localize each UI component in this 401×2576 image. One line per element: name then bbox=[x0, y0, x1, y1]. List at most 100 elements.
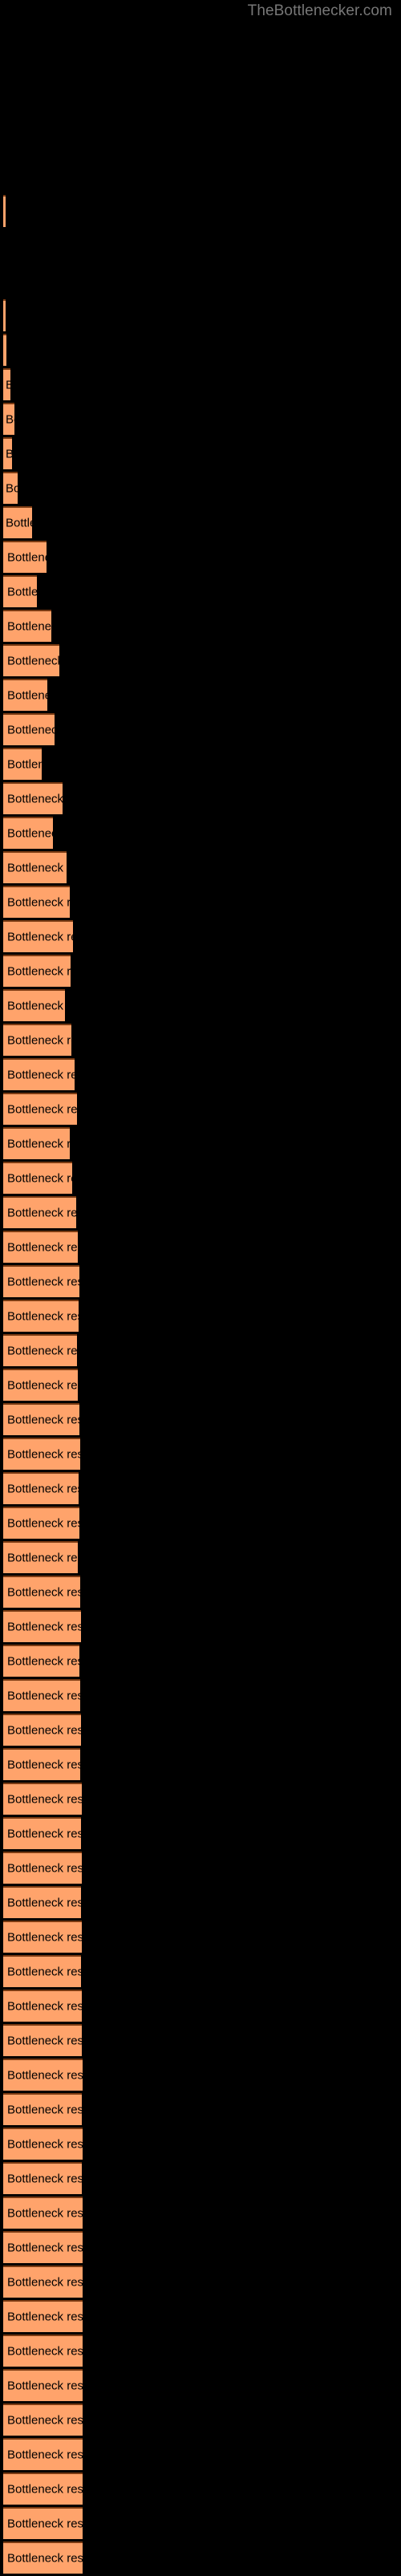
bar-value-label: Bottleneck result bbox=[7, 861, 67, 875]
bottleneck-bar: Bottleneck result bbox=[3, 1541, 78, 1573]
bottleneck-bar: Bottleneck result bbox=[3, 2369, 83, 2401]
bar-value-label: Bottleneck result bbox=[7, 2379, 83, 2393]
bar-row: Bottleneck result bbox=[0, 886, 401, 920]
bottleneck-bar: Bottleneck result bbox=[3, 2231, 83, 2263]
bar-row: Bottleneck result bbox=[0, 1369, 401, 1403]
bar-row: Bottleneck result bbox=[0, 1093, 401, 1127]
bottleneck-bar: Bottleneck result bbox=[3, 1231, 78, 1263]
bar-row: Bottleneck result bbox=[0, 1196, 401, 1231]
bar-row: Bottleneck result bbox=[0, 334, 401, 368]
bottleneck-bar: Bottleneck result bbox=[3, 989, 65, 1021]
bottleneck-bar: Bottleneck result bbox=[3, 334, 6, 366]
bar-row: Bottleneck result bbox=[0, 782, 401, 817]
bottleneck-bar: Bottleneck result bbox=[3, 644, 59, 676]
bar-value-label: Bottleneck result bbox=[7, 1171, 72, 1186]
bar-row: Bottleneck result bbox=[0, 1403, 401, 1438]
bottleneck-bar: Bottleneck result bbox=[3, 679, 47, 711]
bar-value-label: Bottleneck result bbox=[7, 654, 59, 668]
bar-value-label: Bottleneck result bbox=[7, 2206, 83, 2221]
bar-value-label: Bottleneck result bbox=[7, 1827, 81, 1841]
bottleneck-bar: Bottleneck result bbox=[3, 817, 53, 849]
bar-row: Bottleneck result bbox=[0, 2128, 401, 2162]
bottleneck-bar: Bottleneck result bbox=[3, 955, 71, 987]
bar-row: Bottleneck result bbox=[0, 679, 401, 713]
bar-row: Bottleneck result bbox=[0, 1955, 401, 1990]
bar-value-label: Bottleneck result bbox=[7, 1654, 79, 1669]
bottleneck-bar: Bottleneck result bbox=[3, 403, 14, 435]
bar-value-label: Bottleneck result bbox=[6, 379, 10, 392]
bottleneck-bar: Bottleneck result bbox=[3, 1679, 80, 1711]
bar-value-label: Bottleneck result bbox=[7, 1965, 81, 1979]
bar-value-label: Bottleneck result bbox=[7, 1551, 78, 1565]
bottleneck-bar: Bottleneck result bbox=[3, 1058, 75, 1090]
bottleneck-bar: Bottleneck result bbox=[3, 1748, 80, 1780]
bottleneck-bar: Bottleneck result bbox=[3, 1610, 81, 1642]
bar-value-label: Bottleneck result bbox=[7, 585, 37, 599]
bar-row: Bottleneck result bbox=[0, 2093, 401, 2128]
bar-row: Bottleneck result bbox=[0, 2507, 401, 2542]
bottleneck-bar: Bottleneck result bbox=[3, 2438, 83, 2470]
bar-value-label: Bottleneck result bbox=[7, 550, 47, 565]
bottleneck-bar: Bottleneck result bbox=[3, 2197, 83, 2229]
bottleneck-bar: Bottleneck result bbox=[3, 1886, 81, 1918]
bottleneck-bar: Bottleneck result bbox=[3, 1817, 81, 1849]
bar-row: Bottleneck result bbox=[0, 1921, 401, 1955]
bar-row: Bottleneck result bbox=[0, 368, 401, 403]
bar-row: Bottleneck result bbox=[0, 2404, 401, 2438]
bar-value-label: Bottleneck result bbox=[7, 2344, 83, 2359]
bar-row: Bottleneck result bbox=[0, 541, 401, 575]
bar-value-label: Bottleneck result bbox=[7, 895, 70, 910]
bar-value-label: Bottleneck result bbox=[7, 1861, 82, 1876]
bar-row: Bottleneck result bbox=[0, 989, 401, 1024]
bar-value-label: Bottleneck result bbox=[7, 619, 51, 634]
bottleneck-bar: Bottleneck result bbox=[3, 299, 6, 331]
bar-row: Bottleneck result bbox=[0, 1507, 401, 1541]
bottleneck-bar: Bottleneck result bbox=[3, 2542, 83, 2574]
bar-value-label: Bottleneck result bbox=[7, 2551, 83, 2566]
bar-value-label: Bottleneck result bbox=[7, 2310, 83, 2324]
bar-row: Bottleneck result bbox=[0, 437, 401, 472]
bar-row: Bottleneck result bbox=[0, 1990, 401, 2024]
bar-value-label: Bottleneck result bbox=[6, 516, 32, 530]
bottleneck-bar: Bottleneck result bbox=[3, 1438, 80, 1470]
bar-value-label: Bottleneck result bbox=[7, 2137, 83, 2152]
bar-value-label: Bottleneck result bbox=[7, 1620, 81, 1634]
bar-row: Bottleneck result bbox=[0, 1783, 401, 1817]
bar-value-label: Bottleneck result bbox=[7, 1240, 78, 1255]
bottleneck-bar-chart: Bottleneck result Bottleneck result Bottle… bbox=[0, 0, 401, 2574]
bar-row: Bottleneck result bbox=[0, 1576, 401, 1610]
bar-row: Bottleneck result bbox=[0, 1058, 401, 1093]
bar-row: Bottleneck result bbox=[0, 506, 401, 541]
bar-value-label: Bottleneck result bbox=[7, 1723, 81, 1738]
bar-row: Bottleneck result bbox=[0, 1541, 401, 1576]
bar-value-label: Bottleneck result bbox=[7, 1275, 79, 1289]
bar-row: Bottleneck result bbox=[0, 472, 401, 506]
bar-row: Bottleneck result bbox=[0, 1852, 401, 1886]
bottleneck-bar: Bottleneck result bbox=[3, 541, 47, 573]
bar-row: Bottleneck result bbox=[0, 2231, 401, 2266]
bottleneck-bar: Bottleneck result bbox=[3, 1127, 70, 1159]
bar-value-label: Bottleneck result bbox=[6, 481, 18, 496]
bottleneck-bar: Bottleneck result bbox=[3, 1507, 79, 1539]
bottleneck-bar: Bottleneck result bbox=[3, 851, 67, 883]
bar-row: Bottleneck result bbox=[0, 2335, 401, 2369]
bar-value-label: Bottleneck result bbox=[7, 2103, 82, 2117]
bar-value-label: Bottleneck result bbox=[7, 2034, 82, 2048]
bar-row: Bottleneck result bbox=[0, 1645, 401, 1679]
bar-value-label: Bottleneck result bbox=[7, 2172, 82, 2186]
bar-row: Bottleneck result bbox=[0, 195, 401, 229]
bottleneck-bar: Bottleneck result bbox=[3, 782, 63, 814]
bar-row: Bottleneck result bbox=[0, 2266, 401, 2300]
bar-value-label: Bottleneck result bbox=[7, 688, 47, 703]
bar-row: Bottleneck result bbox=[0, 1472, 401, 1507]
bar-row: Bottleneck result bbox=[0, 1817, 401, 1852]
bar-value-label: Bottleneck result bbox=[7, 1930, 82, 1945]
bar-value-label: Bottleneck result bbox=[7, 826, 53, 841]
bar-value-label: Bottleneck result bbox=[6, 448, 12, 461]
bar-row: Bottleneck result bbox=[0, 299, 401, 334]
bottleneck-bar: Bottleneck result bbox=[3, 2507, 83, 2539]
bar-row: Bottleneck result bbox=[0, 2162, 401, 2197]
bar-value-label: Bottleneck result bbox=[7, 1447, 80, 1462]
bar-value-label: Bottleneck result bbox=[7, 792, 63, 806]
bottleneck-bar: Bottleneck result bbox=[3, 575, 37, 607]
